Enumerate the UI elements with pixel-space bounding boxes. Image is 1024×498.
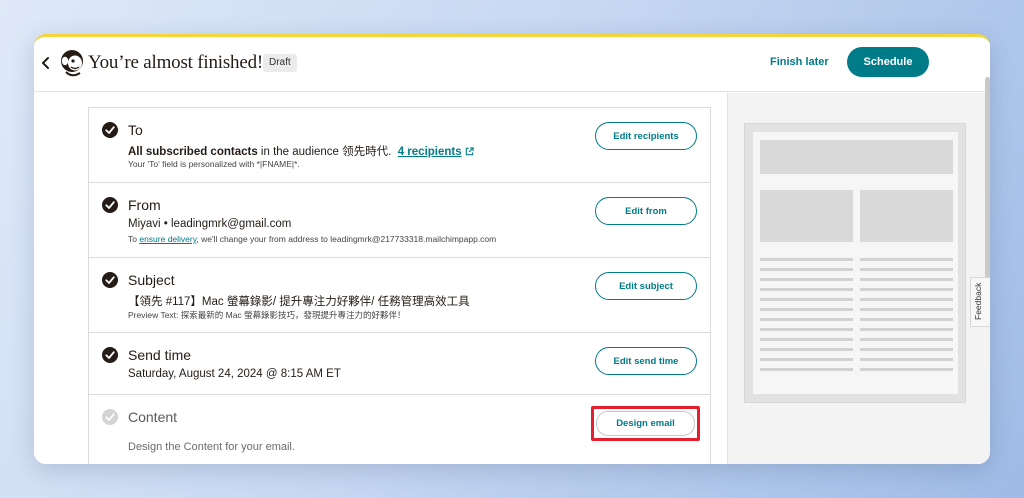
header: You’re almost finished! Draft Finish lat… <box>34 37 990 92</box>
note-suffix: , we'll change your from address to lead… <box>196 234 497 244</box>
row-title: Subject <box>128 272 175 288</box>
check-circle-icon <box>102 197 118 213</box>
ensure-delivery-link[interactable]: ensure delivery <box>139 234 196 244</box>
edit-subject-button[interactable]: Edit subject <box>595 272 697 300</box>
checklist-item-from: From Miyavi • leadingmrk@gmail.com To en… <box>89 183 710 258</box>
external-link-icon[interactable] <box>465 147 474 156</box>
preview-text-line <box>860 338 953 341</box>
page-title: You’re almost finished! <box>88 52 264 73</box>
preview-image-block <box>860 190 953 242</box>
preview-text-line <box>860 308 953 311</box>
preview-text-line <box>860 268 953 271</box>
preview-text-line <box>760 258 853 261</box>
checklist-item-content: Content Design the Content for your emai… <box>89 395 710 464</box>
row-note: To ensure delivery, we'll change your fr… <box>128 234 496 244</box>
checklist-item-to: To All subscribed contacts in the audien… <box>89 108 710 183</box>
design-email-button[interactable]: Design email <box>596 411 695 436</box>
checklist-item-subject: Subject 【領先 #117】Mac 螢幕錄影/ 提升專注力好夥伴/ 任務管… <box>89 258 710 333</box>
preview-text-line <box>760 288 853 291</box>
preview-image-block <box>760 190 853 242</box>
preview-text-line <box>760 278 853 281</box>
preview-text-line <box>760 298 853 301</box>
row-title: From <box>128 197 161 213</box>
preview-text-line <box>860 368 953 371</box>
edit-send-time-button[interactable]: Edit send time <box>595 347 697 375</box>
row-note: Design the Content for your email. <box>128 441 295 453</box>
preview-text-line <box>760 348 853 351</box>
preview-text-line <box>860 278 953 281</box>
feedback-label: Feedback <box>973 282 983 320</box>
edit-from-button[interactable]: Edit from <box>595 197 697 225</box>
campaign-checklist: To All subscribed contacts in the audien… <box>88 107 711 464</box>
row-title: Send time <box>128 347 192 363</box>
row-note: Your 'To' field is personalized with *|F… <box>128 159 300 169</box>
campaign-window: You’re almost finished! Draft Finish lat… <box>34 34 990 464</box>
check-circle-icon <box>102 272 118 288</box>
preview-text-line <box>860 288 953 291</box>
row-value: All subscribed contacts in the audience … <box>128 143 474 159</box>
preview-text-line <box>860 298 953 301</box>
row-title: To <box>128 122 143 138</box>
audience-scope: All subscribed contacts <box>128 146 258 158</box>
highlight-box: Design email <box>591 406 700 441</box>
preview-text-line <box>760 368 853 371</box>
preview-text-line <box>760 268 853 271</box>
preview-text-line <box>760 358 853 361</box>
email-preview-body <box>753 132 958 394</box>
recipients-link[interactable]: 4 recipients <box>398 146 462 158</box>
note-prefix: To <box>128 234 140 244</box>
row-value: Miyavi • leadingmrk@gmail.com <box>128 218 292 230</box>
preview-header-block <box>760 140 953 174</box>
preview-text-line <box>760 308 853 311</box>
feedback-tab[interactable]: Feedback <box>970 277 990 327</box>
checklist-panel: To All subscribed contacts in the audien… <box>34 93 727 464</box>
checklist-item-send-time: Send time Saturday, August 24, 2024 @ 8:… <box>89 333 710 395</box>
row-value: 【領先 #117】Mac 螢幕錄影/ 提升專注力好夥伴/ 任務管理高效工具 <box>128 296 470 308</box>
schedule-button[interactable]: Schedule <box>847 47 929 77</box>
email-preview-placeholder <box>744 123 966 403</box>
preview-text-line <box>760 318 853 321</box>
preview-text-line <box>860 318 953 321</box>
row-value: Saturday, August 24, 2024 @ 8:15 AM ET <box>128 368 341 380</box>
row-title: Content <box>128 409 178 425</box>
audience-name: in the audience 领先時代. <box>257 146 392 158</box>
preview-text: Preview Text: 探索最新的 Mac 螢幕錄影技巧，發現提升專注力的好… <box>128 310 406 320</box>
chevron-left-icon[interactable] <box>40 56 52 70</box>
mailchimp-logo-icon <box>61 50 83 77</box>
preview-text-line <box>760 328 853 331</box>
preview-text-line <box>860 358 953 361</box>
finish-later-link[interactable]: Finish later <box>770 56 829 68</box>
edit-recipients-button[interactable]: Edit recipients <box>595 122 697 150</box>
check-circle-icon <box>102 122 118 138</box>
status-badge: Draft <box>263 54 297 72</box>
preview-text-line <box>860 258 953 261</box>
preview-text-line <box>860 348 953 351</box>
preview-text-line <box>760 338 853 341</box>
preview-text-line <box>860 328 953 331</box>
email-preview-panel <box>727 93 990 464</box>
check-circle-icon <box>102 347 118 363</box>
check-circle-icon <box>102 409 118 425</box>
